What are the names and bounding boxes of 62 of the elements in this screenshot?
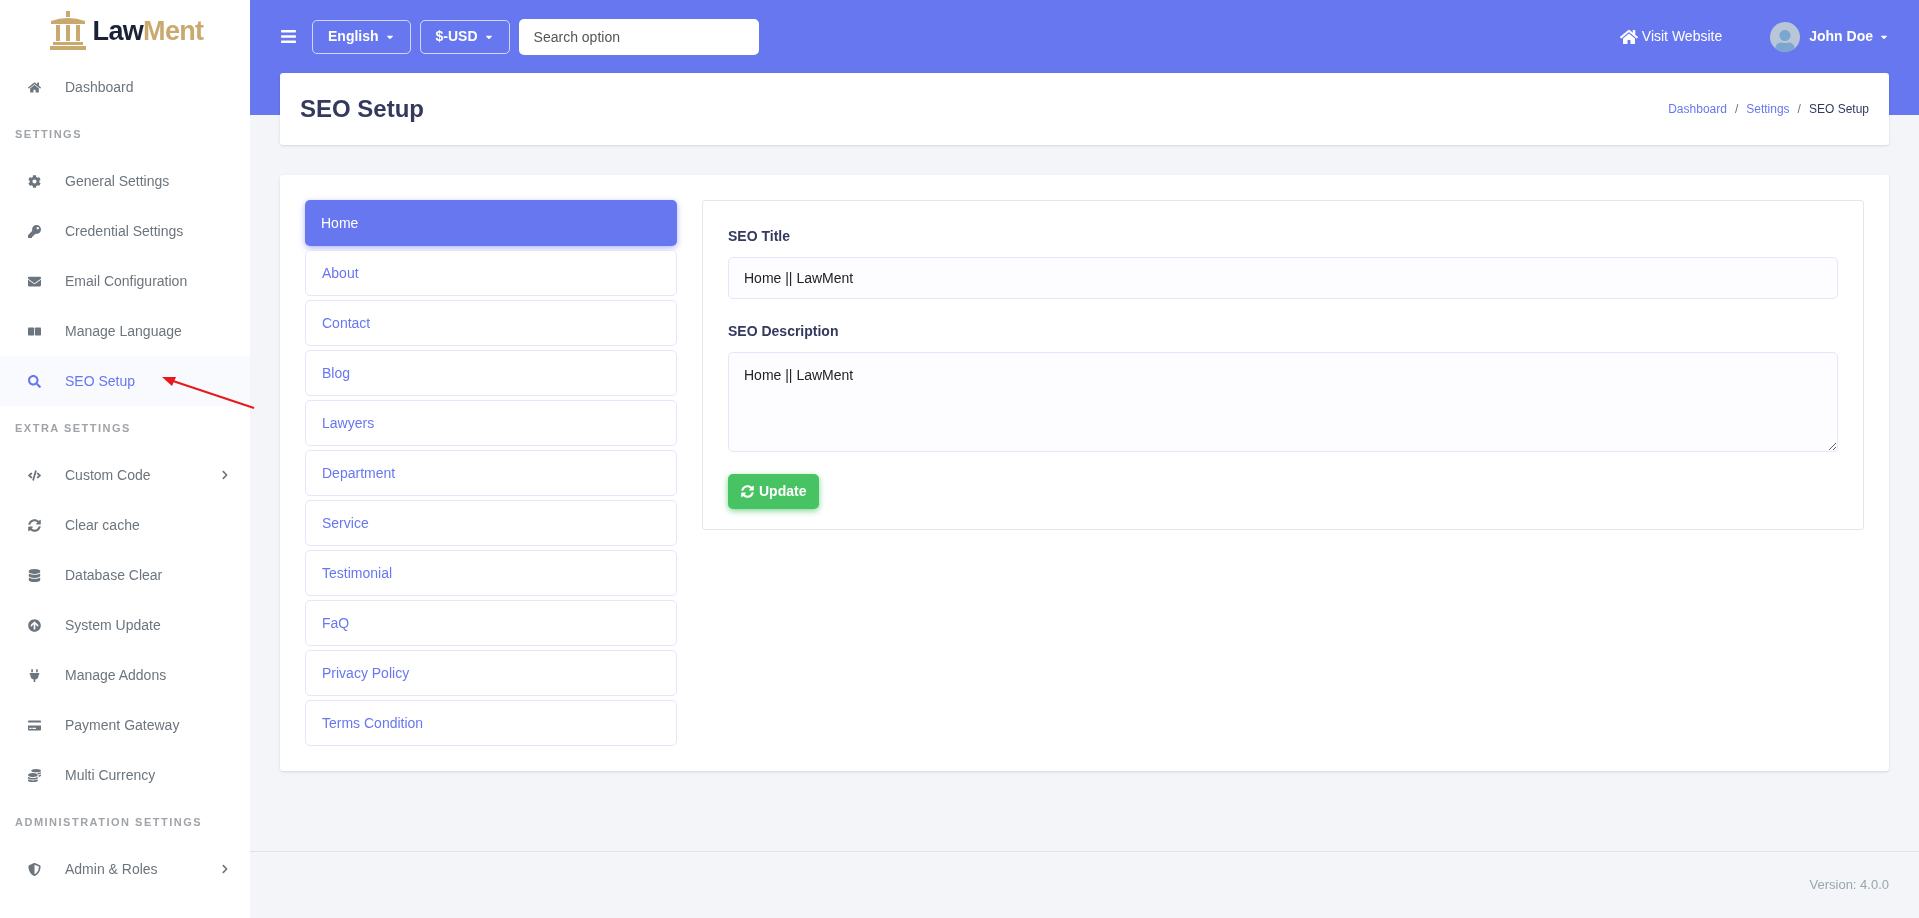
coins-icon bbox=[28, 768, 41, 782]
plug-icon bbox=[28, 668, 41, 682]
code-icon bbox=[28, 468, 41, 482]
credit-card-icon bbox=[28, 718, 41, 732]
user-menu[interactable]: John Doe bbox=[1809, 26, 1889, 47]
shield-icon bbox=[28, 862, 41, 876]
version-text: Version: 4.0.0 bbox=[1809, 876, 1889, 895]
sidebar-item[interactable]: Email Configuration bbox=[0, 256, 250, 306]
gear-icon bbox=[28, 174, 41, 188]
page-tab[interactable]: Privacy Policy bbox=[305, 650, 677, 696]
update-button[interactable]: Update bbox=[728, 474, 820, 509]
envelope-icon bbox=[28, 274, 41, 288]
upload-icon bbox=[28, 618, 41, 632]
sidebar-item[interactable]: Database Clear bbox=[0, 550, 250, 600]
page-tab[interactable]: About bbox=[305, 250, 677, 296]
sidebar-item[interactable]: Manage Language bbox=[0, 306, 250, 356]
sidebar-item[interactable]: Payment Gateway bbox=[0, 700, 250, 750]
search-field[interactable]: Search option bbox=[518, 18, 759, 55]
section-heading: EXTRA SETTINGS bbox=[14, 420, 132, 436]
breadcrumb-separator: / bbox=[1797, 101, 1801, 118]
page-tab[interactable]: Blog bbox=[305, 350, 677, 396]
sidebar-item[interactable]: Admin & Roles bbox=[0, 844, 250, 894]
section-heading: ADMINISTRATION SETTINGS bbox=[14, 814, 204, 830]
breadcrumb-link[interactable]: Dashboard bbox=[1668, 100, 1727, 118]
field-label: SEO Title bbox=[728, 227, 791, 246]
page-tab[interactable]: Department bbox=[305, 450, 677, 496]
page-tab[interactable]: Service bbox=[305, 500, 677, 546]
refresh-icon bbox=[28, 518, 41, 532]
description-field[interactable]: Home || LawMent bbox=[728, 352, 1838, 452]
sidebar-item[interactable]: General Settings bbox=[0, 156, 250, 206]
breadcrumb-link[interactable]: Settings bbox=[1746, 100, 1790, 118]
menu-icon[interactable] bbox=[280, 28, 297, 45]
key-icon bbox=[28, 224, 41, 238]
page-tab[interactable]: Terms Condition bbox=[305, 700, 677, 746]
sidebar-item[interactable]: Clear cache bbox=[0, 500, 250, 550]
sidebar-item[interactable]: Multi Currency bbox=[0, 750, 250, 800]
page-tab[interactable]: FaQ bbox=[305, 600, 677, 646]
sidebar-item[interactable]: Credential Settings bbox=[0, 206, 250, 256]
brand-name: LawMent bbox=[92, 14, 204, 48]
page-tab[interactable]: Contact bbox=[305, 300, 677, 346]
language-dropdown[interactable]: English bbox=[312, 19, 411, 54]
sidebar-item[interactable]: Manage Addons bbox=[0, 650, 250, 700]
current-page-label: SEO Setup bbox=[1808, 101, 1869, 118]
page-tab[interactable]: Home bbox=[305, 200, 677, 246]
currency-dropdown[interactable]: $-USD bbox=[419, 19, 510, 54]
search-icon bbox=[28, 374, 41, 388]
title-field[interactable]: Home || LawMent bbox=[728, 257, 1838, 299]
page-tab[interactable]: Testimonial bbox=[305, 550, 677, 596]
database-icon bbox=[28, 568, 41, 582]
sidebar-item[interactable]: SEO Setup bbox=[0, 356, 250, 406]
sidebar-item[interactable]: Dashboard bbox=[0, 62, 250, 112]
home-icon bbox=[28, 80, 41, 94]
sidebar-item[interactable]: Custom Code bbox=[0, 450, 250, 500]
section-heading: SETTINGS bbox=[14, 126, 83, 142]
home-icon bbox=[1619, 28, 1638, 45]
sidebar-item[interactable]: System Update bbox=[0, 600, 250, 650]
page-title: SEO Setup bbox=[300, 94, 425, 124]
refresh-icon bbox=[741, 485, 754, 498]
page-tab[interactable]: Lawyers bbox=[305, 400, 677, 446]
visit-website-link[interactable]: Visit Website bbox=[1619, 26, 1723, 47]
field-label: SEO Description bbox=[728, 322, 840, 341]
breadcrumb-separator: / bbox=[1734, 101, 1739, 118]
